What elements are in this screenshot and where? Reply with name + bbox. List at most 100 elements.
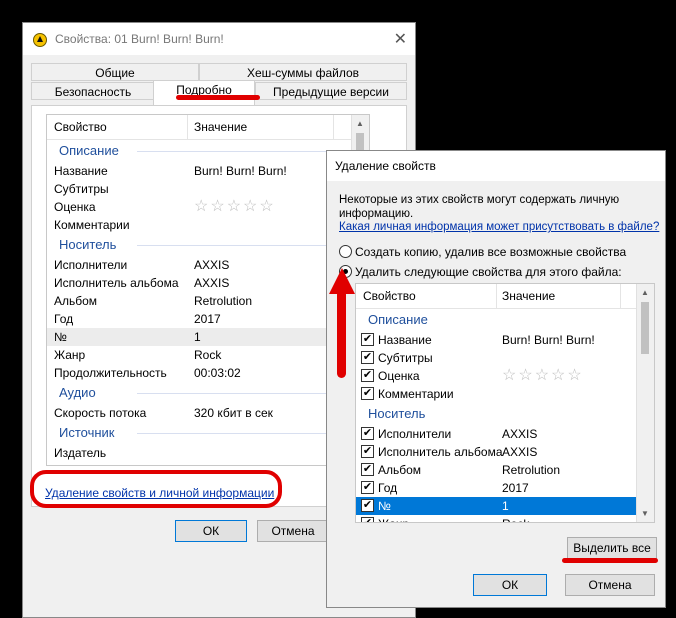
column-divider[interactable] [620, 284, 621, 308]
group-label: Носитель [59, 237, 117, 252]
column-divider[interactable] [187, 115, 188, 139]
dialog-title-bar: Удаление свойств [327, 151, 665, 181]
column-header-property[interactable]: Свойство [54, 120, 107, 134]
group-header: Описание [47, 140, 369, 162]
tab-hashes[interactable]: Хеш-суммы файлов [199, 63, 407, 81]
select-all-button[interactable]: Выделить все [567, 537, 657, 559]
scroll-up-icon[interactable]: ▲ [356, 119, 364, 128]
table-row[interactable]: Оценка ☆☆☆☆☆ [47, 198, 369, 216]
list-header: Свойство Значение [356, 284, 654, 309]
property-value: 2017 [194, 312, 221, 326]
radio-remove-properties-label[interactable]: Удалить следующие свойства для этого фай… [355, 265, 622, 279]
property-value: 1 [502, 499, 509, 513]
cancel-button[interactable]: Отмена [257, 520, 329, 542]
property-value: AXXIS [502, 427, 538, 441]
row-checkbox[interactable]: ✔ [361, 463, 374, 476]
removable-properties-list[interactable]: Свойство Значение Описание ✔ Название Burn!… [355, 283, 655, 523]
row-checkbox[interactable]: ✔ [361, 427, 374, 440]
table-row[interactable]: ✔ № 1 [356, 497, 654, 515]
scroll-down-icon[interactable]: ▼ [641, 509, 649, 518]
group-header: Источник [47, 422, 369, 444]
table-row[interactable]: ✔ Комментарии [356, 385, 654, 403]
privacy-info-link[interactable]: Какая личная информация может присутство… [339, 221, 659, 233]
dialog-title: Удаление свойств [335, 159, 436, 173]
property-value: 00:03:02 [194, 366, 241, 380]
property-value: 320 кбит в сек [194, 406, 273, 420]
column-header-value[interactable]: Значение [194, 120, 247, 134]
tab-security[interactable]: Безопасность [31, 82, 155, 100]
row-checkbox[interactable]: ✔ [361, 351, 374, 364]
table-row[interactable]: ✔ Оценка ☆☆☆☆☆ [356, 367, 654, 385]
row-checkbox[interactable]: ✔ [361, 387, 374, 400]
table-row[interactable]: № 1 [47, 328, 369, 346]
column-header-property[interactable]: Свойство [363, 289, 416, 303]
cancel-button[interactable]: Отмена [565, 574, 655, 596]
row-checkbox[interactable]: ✔ [361, 333, 374, 346]
table-row[interactable]: Жанр Rock [47, 346, 369, 364]
scroll-up-icon[interactable]: ▲ [641, 288, 649, 297]
close-icon[interactable]: ✕ [394, 29, 407, 49]
property-name: Комментарии [378, 387, 454, 401]
property-value: Rock [502, 515, 529, 522]
property-value: AXXIS [194, 276, 230, 290]
group-label: Описание [368, 312, 428, 327]
window-title: Свойства: 01 Burn! Burn! Burn! [55, 32, 224, 46]
row-checkbox[interactable]: ✔ [361, 369, 374, 382]
table-row[interactable]: Исполнители AXXIS [47, 256, 369, 274]
row-checkbox[interactable]: ✔ [361, 499, 374, 512]
properties-list[interactable]: Свойство Значение Описание Название Burn! … [46, 114, 370, 466]
table-row[interactable]: Продолжительность 00:03:02 [47, 364, 369, 382]
ok-button[interactable]: ОК [473, 574, 547, 596]
column-header-value[interactable]: Значение [502, 289, 555, 303]
property-name: № [54, 330, 67, 344]
vertical-scrollbar[interactable]: ▲ ▼ [636, 284, 654, 522]
property-name: Альбом [378, 463, 422, 477]
list-body: Описание Название Burn! Burn! Burn! Субтитр… [47, 140, 369, 462]
column-divider[interactable] [496, 284, 497, 308]
table-row[interactable]: Год 2017 [47, 310, 369, 328]
scroll-thumb[interactable] [641, 302, 649, 354]
radio-create-copy-label[interactable]: Создать копию, удалив все возможные свой… [355, 245, 626, 259]
property-value: Burn! Burn! Burn! [502, 333, 595, 347]
group-label: Аудио [59, 385, 96, 400]
tab-general[interactable]: Общие [31, 63, 199, 81]
ok-button[interactable]: ОК [175, 520, 247, 542]
table-row[interactable]: Субтитры [47, 180, 369, 198]
property-name: Год [54, 312, 74, 326]
table-row[interactable]: Комментарии [47, 216, 369, 234]
table-row[interactable]: ✔ Исполнитель альбома AXXIS [356, 443, 654, 461]
table-row[interactable]: ✔ Год 2017 [356, 479, 654, 497]
property-name: Оценка [378, 369, 420, 383]
table-row[interactable]: Издатель [47, 444, 369, 462]
dialog-description: Некоторые из этих свойств могут содержат… [339, 194, 620, 220]
property-name: № [378, 499, 391, 513]
property-value: Burn! Burn! Burn! [194, 164, 287, 178]
table-row[interactable]: ✔ Название Burn! Burn! Burn! [356, 331, 654, 349]
table-row[interactable]: Название Burn! Burn! Burn! [47, 162, 369, 180]
table-row[interactable]: ✔ Исполнители AXXIS [356, 425, 654, 443]
property-name: Жанр [378, 515, 409, 522]
annotation-arrow [337, 290, 346, 378]
tab-previous-versions[interactable]: Предыдущие версии [255, 82, 407, 100]
table-row[interactable]: Исполнитель альбома AXXIS [47, 274, 369, 292]
property-value: AXXIS [502, 445, 538, 459]
table-row[interactable]: ✔ Субтитры [356, 349, 654, 367]
property-name: Комментарии [54, 218, 130, 232]
group-header: Описание [356, 309, 654, 331]
tab-details[interactable]: Подробно [153, 80, 255, 106]
rating-stars[interactable]: ☆☆☆☆☆ [194, 198, 276, 216]
property-name: Субтитры [54, 182, 109, 196]
remove-properties-dialog: Удаление свойств Некоторые из этих свойс… [326, 150, 666, 608]
row-checkbox[interactable]: ✔ [361, 481, 374, 494]
column-divider[interactable] [333, 115, 334, 139]
property-name: Оценка [54, 200, 96, 214]
radio-create-copy[interactable] [339, 245, 352, 258]
table-row[interactable]: ✔ Альбом Retrolution [356, 461, 654, 479]
table-row[interactable]: Скорость потока 320 кбит в сек [47, 404, 369, 422]
row-checkbox[interactable]: ✔ [361, 445, 374, 458]
title-bar: Свойства: 01 Burn! Burn! Burn! ✕ [23, 23, 415, 55]
table-row[interactable]: Альбом Retrolution [47, 292, 369, 310]
table-row[interactable]: ✔ Жанр Rock [356, 515, 654, 522]
property-value: 1 [194, 330, 201, 344]
row-checkbox[interactable]: ✔ [361, 517, 374, 522]
